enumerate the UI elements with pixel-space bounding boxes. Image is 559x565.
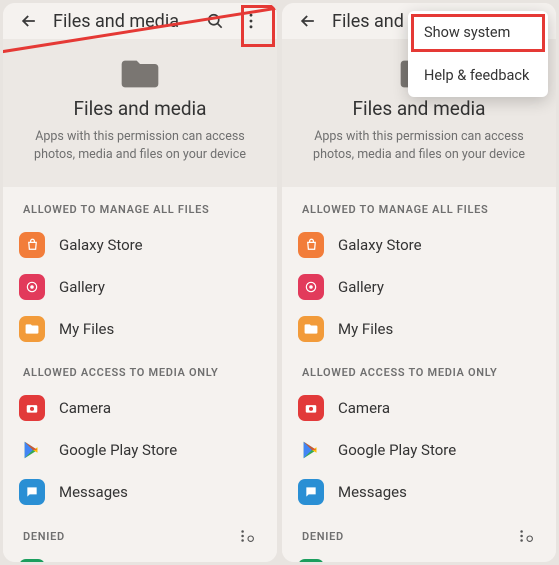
menu-help-feedback[interactable]: Help & feedback — [408, 54, 548, 97]
app-name: Google Play Store — [59, 441, 177, 459]
app-name: My Files — [59, 320, 114, 338]
app-icon-galaxy-store — [19, 232, 45, 258]
back-button[interactable] — [290, 3, 326, 39]
app-icon-messages — [298, 479, 324, 505]
hero-title: Files and media — [27, 97, 253, 120]
hero-title: Files and media — [306, 97, 532, 120]
app-icon-camera — [298, 395, 324, 421]
app-row-camera[interactable]: Camera — [282, 387, 556, 429]
app-name: Messages — [59, 483, 128, 501]
hero-description: Apps with this permission can access pho… — [27, 128, 253, 163]
app-row-messages[interactable]: Messages — [282, 471, 556, 513]
sort-icon — [239, 529, 257, 543]
app-icon-play-store — [298, 437, 324, 463]
menu-show-system[interactable]: Show system — [408, 11, 548, 54]
sort-button[interactable] — [239, 529, 257, 543]
toolbar: Files and media — [3, 3, 277, 39]
sort-button[interactable] — [518, 529, 536, 543]
more-vert-icon — [241, 11, 261, 31]
hero-description: Apps with this permission can access pho… — [306, 128, 532, 163]
search-button[interactable] — [197, 3, 233, 39]
app-icon-play-store — [19, 437, 45, 463]
app-icon-galaxy-store — [298, 232, 324, 258]
app-name: Gallery — [59, 278, 105, 296]
app-name: Galaxy Store — [59, 236, 143, 254]
app-row-galaxy-store[interactable]: Galaxy Store — [282, 224, 556, 266]
app-row-galaxy-store[interactable]: Galaxy Store — [3, 224, 277, 266]
app-row-play-store[interactable]: Google Play Store — [3, 429, 277, 471]
app-name: Camera — [59, 399, 111, 417]
app-name: Gallery — [338, 278, 384, 296]
section-denied: DENIED — [23, 530, 65, 543]
app-row-my-files[interactable]: My Files — [282, 308, 556, 350]
app-icon-calendar: 16 — [19, 559, 45, 562]
app-icon-gallery — [19, 274, 45, 300]
overflow-button[interactable] — [233, 3, 269, 39]
app-icon-gallery — [298, 274, 324, 300]
app-icon-my-files — [19, 316, 45, 342]
app-row-messages[interactable]: Messages — [3, 471, 277, 513]
section-manage-all: ALLOWED TO MANAGE ALL FILES — [3, 187, 277, 224]
app-icon-camera — [19, 395, 45, 421]
section-denied: DENIED — [302, 530, 344, 543]
phone-left: Files and media Files and media Apps wit… — [3, 3, 277, 562]
app-row-my-files[interactable]: My Files — [3, 308, 277, 350]
folder-icon — [120, 57, 160, 91]
app-name: Google Play Store — [338, 441, 456, 459]
search-icon — [205, 11, 225, 31]
app-row-gallery[interactable]: Gallery — [282, 266, 556, 308]
app-name: Galaxy Store — [338, 236, 422, 254]
sort-icon — [518, 529, 536, 543]
app-icon-my-files — [298, 316, 324, 342]
back-button[interactable] — [11, 3, 47, 39]
app-row-calendar[interactable]: 16 Calendar — [3, 551, 277, 562]
app-icon-calendar: 16 — [298, 559, 324, 562]
app-row-calendar[interactable]: 16 Calendar — [282, 551, 556, 562]
section-denied-row: DENIED — [3, 513, 277, 551]
overflow-menu: Show system Help & feedback — [408, 11, 548, 97]
section-manage-all: ALLOWED TO MANAGE ALL FILES — [282, 187, 556, 224]
app-name: Camera — [338, 399, 390, 417]
arrow-back-icon — [19, 11, 39, 31]
section-denied-row: DENIED — [282, 513, 556, 551]
section-media-only: ALLOWED ACCESS TO MEDIA ONLY — [3, 350, 277, 387]
app-icon-messages — [19, 479, 45, 505]
phone-right: Files and media Show system Help & feedb… — [282, 3, 556, 562]
arrow-back-icon — [298, 11, 318, 31]
hero-section: Files and media Apps with this permissio… — [3, 39, 277, 187]
section-media-only: ALLOWED ACCESS TO MEDIA ONLY — [282, 350, 556, 387]
toolbar-title: Files and media — [47, 11, 197, 32]
app-name: My Files — [338, 320, 393, 338]
app-row-camera[interactable]: Camera — [3, 387, 277, 429]
app-name: Messages — [338, 483, 407, 501]
app-row-gallery[interactable]: Gallery — [3, 266, 277, 308]
app-row-play-store[interactable]: Google Play Store — [282, 429, 556, 471]
